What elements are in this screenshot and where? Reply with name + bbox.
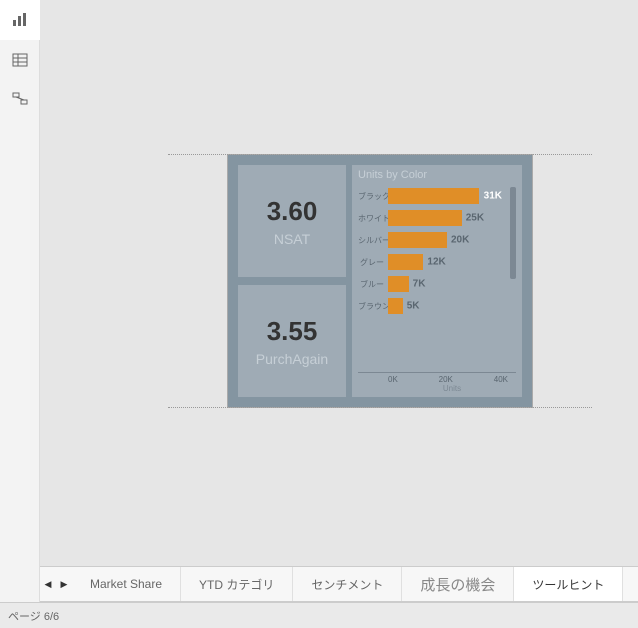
bar-value-label: 20K [451,235,469,246]
bar-row: シルバー 20K [358,229,506,251]
bar-value-label: 5K [407,301,420,312]
tab-growth[interactable]: 成長の機会 [402,567,514,601]
model-icon [12,92,28,108]
chart-title: Units by Color [358,169,516,181]
bar-track: 12K [388,254,506,270]
units-by-color-chart[interactable]: Units by Color ブラック 31K ホワイト 25K シルバー 20K グレー 1… [352,165,522,397]
model-view-button[interactable] [0,80,40,120]
report-canvas[interactable]: 3.60 NSAT Units by Color ブラック 31K ホワイト 25K シ… [40,0,638,602]
bar-fill [388,254,423,270]
data-view-button[interactable] [0,40,40,80]
card-value: 3.60 [267,196,318,227]
card-value: 3.55 [267,316,318,347]
bar-fill [388,232,447,248]
tab-prev-button[interactable]: ◀ [40,567,56,601]
x-axis-label: Units [358,384,516,393]
tab-ytd-category[interactable]: YTD カテゴリ [181,567,293,601]
tab-next-button[interactable]: ▶ [56,567,72,601]
category-label: ブラウン [358,301,388,312]
page-indicator: ページ 6/6 [8,608,59,624]
bar-fill [388,276,409,292]
bar-row: ブルー 7K [358,273,506,295]
table-icon [12,52,28,68]
bar-track: 31K [388,188,506,204]
tab-sentiment[interactable]: センチメント [293,567,402,601]
status-bar: ページ 6/6 [0,602,638,628]
bar-track: 20K [388,232,506,248]
bar-value-label: 25K [466,213,484,224]
bar-fill [388,210,462,226]
card-label: PurchAgain [256,351,328,367]
page-tabs: ◀ ▶ Market Share YTD カテゴリ センチメント 成長の機会 ツ… [40,566,638,602]
x-axis-ticks: 0K 20K 40K [358,372,516,384]
category-label: シルバー [358,235,388,246]
bar-chart-icon [12,12,28,28]
bar-track: 7K [388,276,506,292]
category-label: ホワイト [358,213,388,224]
bar-value-label: 31K [484,191,502,202]
bar-track: 5K [388,298,506,314]
purchagain-card[interactable]: 3.55 PurchAgain [238,285,346,397]
bar-fill [388,298,403,314]
bar-value-label: 7K [413,279,426,290]
category-label: ブルー [358,279,388,290]
tab-tooltip[interactable]: ツールヒント [514,567,623,601]
bar-fill [388,188,479,204]
nsat-card[interactable]: 3.60 NSAT [238,165,346,277]
report-view-button[interactable] [0,0,40,40]
bar-track: 25K [388,210,506,226]
tooltip-page-visual[interactable]: 3.60 NSAT Units by Color ブラック 31K ホワイト 25K シ… [227,154,533,408]
card-label: NSAT [274,231,310,247]
bar-row: ブラック 31K [358,185,506,207]
bar-value-label: 12K [427,257,445,268]
category-label: グレー [358,257,388,268]
bar-row: ブラウン 5K [358,295,506,317]
bar-row: グレー 12K [358,251,506,273]
tab-market-share[interactable]: Market Share [72,567,181,601]
category-label: ブラック [358,191,388,202]
view-sidebar [0,0,40,602]
bar-row: ホワイト 25K [358,207,506,229]
bars-area: ブラック 31K ホワイト 25K シルバー 20K グレー 12K ブルー 7K ブラウン 5K [358,185,506,372]
chart-scrollbar[interactable] [510,187,516,279]
